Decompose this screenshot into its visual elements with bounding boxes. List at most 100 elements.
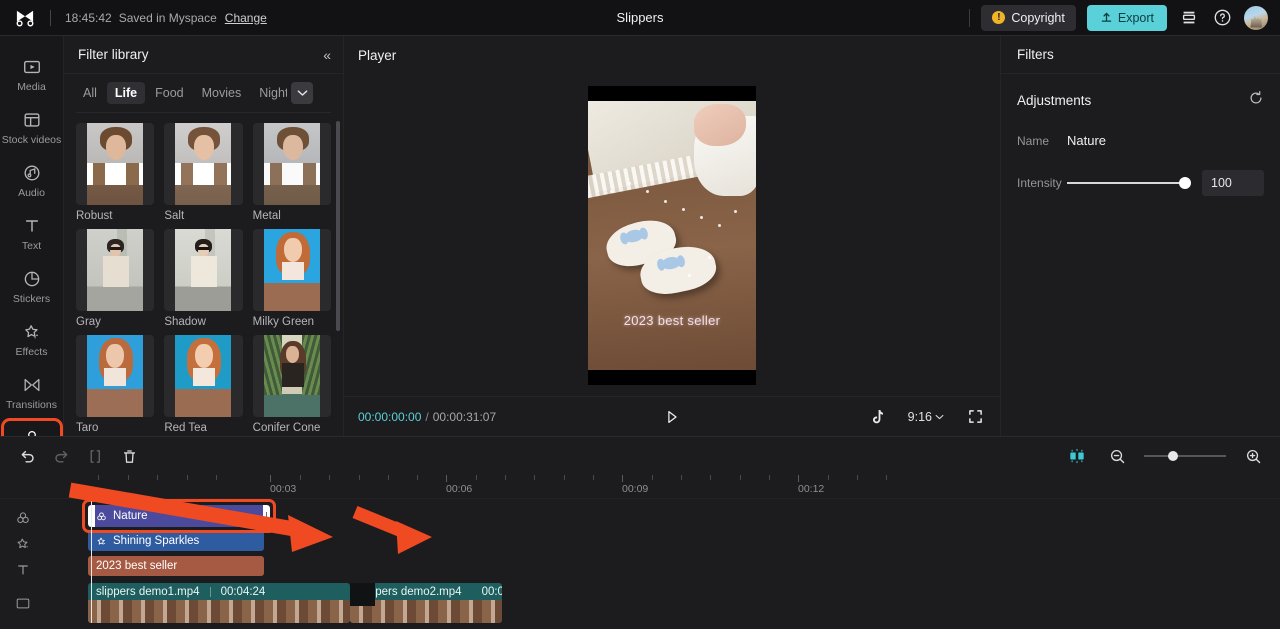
tab-all[interactable]: All xyxy=(75,82,105,104)
layout-button[interactable] xyxy=(1178,7,1200,29)
zoom-out-button[interactable] xyxy=(1104,443,1130,469)
fullscreen-button[interactable] xyxy=(964,406,986,428)
text-icon xyxy=(25,220,38,232)
help-circle-icon xyxy=(1214,9,1230,26)
app-logo[interactable] xyxy=(0,9,50,27)
slider-track xyxy=(1144,455,1226,457)
filter-item-metal[interactable]: Metal xyxy=(252,122,331,222)
play-button[interactable] xyxy=(661,406,683,428)
track-icon-filters[interactable] xyxy=(14,509,32,527)
sidebar-item-media[interactable]: Media xyxy=(4,50,60,98)
player-header: Player xyxy=(344,36,1000,74)
filter-name: Metal xyxy=(252,209,281,222)
filter-item-conifer-cone[interactable]: Conifer Cone xyxy=(252,334,331,434)
track-icon-video[interactable] xyxy=(14,594,32,612)
scrollbar-thumb[interactable] xyxy=(336,120,340,331)
filter-name: Gray xyxy=(76,315,101,328)
collapse-left-icon[interactable]: « xyxy=(323,47,331,63)
aspect-ratio-selector[interactable]: 9:16 xyxy=(908,410,944,424)
filter-item-red-tea[interactable]: Red Tea xyxy=(164,334,243,434)
sidebar-item-effects[interactable]: Effects xyxy=(4,315,60,363)
clip-trim-handle-right[interactable] xyxy=(263,505,270,527)
sidebar-item-stock-videos[interactable]: Stock videos xyxy=(1,103,62,151)
adjustments-title-row: Adjustments xyxy=(1017,90,1264,111)
player-stage: 2023 best seller xyxy=(344,74,1000,396)
export-label: Export xyxy=(1117,10,1154,25)
transitions-icon xyxy=(24,378,39,392)
filter-item-shadow[interactable]: Shadow xyxy=(164,228,243,328)
track-icon-effects[interactable] xyxy=(14,535,32,553)
tab-life[interactable]: Life xyxy=(106,82,146,104)
filter-name: Milky Green xyxy=(252,315,315,328)
mix-track-button[interactable] xyxy=(1064,443,1090,469)
filter-thumbnail xyxy=(252,334,331,417)
split-button[interactable] xyxy=(82,443,108,469)
filter-grid-scrollbar[interactable] xyxy=(336,120,340,428)
stock-videos-icon xyxy=(24,113,39,127)
audio-icon xyxy=(24,165,39,181)
adjustments-section: Adjustments Name Nature Intensity 100 xyxy=(1001,74,1280,196)
copyright-button[interactable]: ! Copyright xyxy=(981,4,1076,31)
filter-item-taro[interactable]: Taro xyxy=(76,334,155,434)
stickers-icon xyxy=(24,271,39,287)
filter-item-salt[interactable]: Salt xyxy=(164,122,243,222)
sidebar-item-audio[interactable]: Audio xyxy=(4,156,60,204)
zoom-out-icon xyxy=(1110,449,1124,463)
filter-name: Shadow xyxy=(164,315,206,328)
zoom-in-button[interactable] xyxy=(1240,443,1266,469)
export-button[interactable]: Export xyxy=(1086,4,1167,31)
user-avatar[interactable] xyxy=(1244,5,1268,30)
sidebar-item-transitions[interactable]: Transitions xyxy=(4,368,60,416)
effects-icon xyxy=(24,325,38,339)
timeline-clip-effect[interactable]: Shining Sparkles xyxy=(88,531,264,551)
sidebar-item-label: Transitions xyxy=(6,399,57,411)
filter-item-gray[interactable]: Gray xyxy=(76,228,155,328)
change-location-link[interactable]: Change xyxy=(225,11,267,25)
clip-label: Shining Sparkles xyxy=(113,535,200,547)
redo-button[interactable] xyxy=(48,443,74,469)
text-icon xyxy=(18,565,28,575)
effects-icon xyxy=(17,538,28,549)
sidebar-item-text[interactable]: Text xyxy=(4,209,60,257)
track-icon-text[interactable] xyxy=(14,561,32,579)
timeline-ruler[interactable]: 00:03 00:06 00:09 00:12 xyxy=(0,475,1280,499)
slider-handle[interactable] xyxy=(1168,451,1178,461)
tiktok-preview-button[interactable] xyxy=(866,406,888,428)
upload-icon xyxy=(1101,12,1112,22)
clip-header: slippers demo1.mp4 00:04:24 xyxy=(88,583,350,600)
save-location-text: Saved in Myspace xyxy=(118,10,217,25)
clip-filename: slippers demo1.mp4 xyxy=(96,585,200,598)
more-tabs-button[interactable] xyxy=(291,82,313,104)
filter-thumbnail xyxy=(164,334,243,417)
sidebar-item-stickers[interactable]: Stickers xyxy=(4,262,60,310)
filter-name: Salt xyxy=(164,209,185,222)
redo-icon xyxy=(54,450,67,462)
playhead[interactable] xyxy=(91,499,92,623)
intensity-input[interactable]: 100 xyxy=(1202,170,1264,196)
video-preview[interactable]: 2023 best seller xyxy=(588,85,756,385)
left-sidebar: Media Stock videos Audio Text Stickers E… xyxy=(0,36,64,550)
reset-button[interactable] xyxy=(1248,90,1264,111)
help-button[interactable] xyxy=(1211,7,1233,29)
filter-library-panel: Filter library « All Life Food Movies Ni… xyxy=(64,36,344,436)
intensity-slider[interactable] xyxy=(1067,176,1191,190)
timeline-clip-text[interactable]: 2023 best seller xyxy=(88,556,264,576)
sidebar-item-label: Stock videos xyxy=(1,134,62,146)
timeline-zoom-slider[interactable] xyxy=(1144,450,1226,462)
delete-button[interactable] xyxy=(116,443,142,469)
timeline-clip-filter[interactable]: Nature xyxy=(88,505,270,527)
sidebar-item-label: Stickers xyxy=(12,293,51,305)
timeline-view-controls xyxy=(1064,443,1266,469)
layout-icon xyxy=(1182,11,1196,23)
total-time: 00:00:31:07 xyxy=(432,409,497,424)
filter-item-robust[interactable]: Robust xyxy=(76,122,155,222)
tab-movies[interactable]: Movies xyxy=(194,82,250,104)
timeline-clip-video-1[interactable]: slippers demo1.mp4 00:04:24 xyxy=(88,583,350,623)
intensity-label: Intensity xyxy=(1017,176,1062,190)
slider-handle[interactable] xyxy=(1179,177,1191,189)
undo-button[interactable] xyxy=(14,443,40,469)
tab-food[interactable]: Food xyxy=(147,82,192,104)
filter-thumbnail xyxy=(252,122,331,205)
filter-item-milky-green[interactable]: Milky Green xyxy=(252,228,331,328)
tab-night[interactable]: Night xyxy=(251,82,287,104)
